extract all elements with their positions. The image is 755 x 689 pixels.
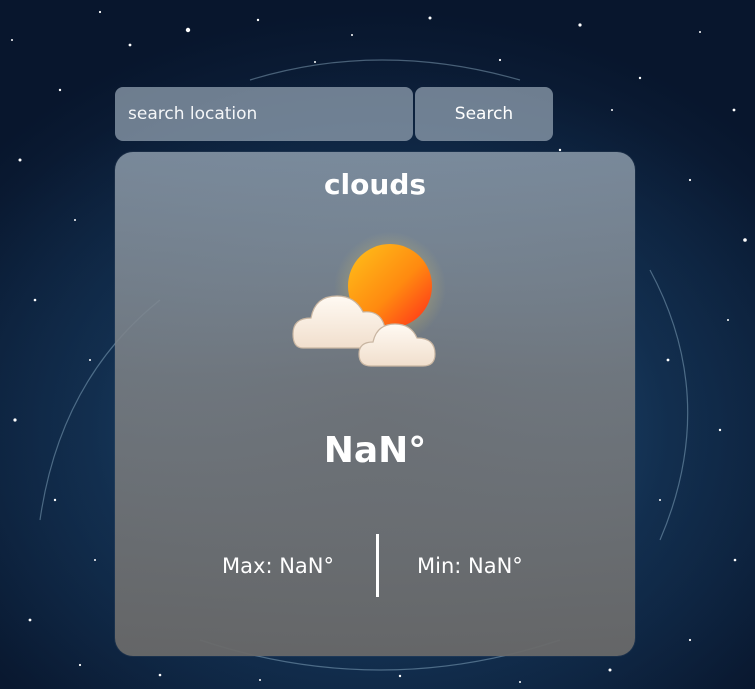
search-input[interactable] xyxy=(115,87,413,141)
search-bar: Search xyxy=(115,87,553,141)
min-temperature: Min: NaN° xyxy=(417,554,523,578)
search-button[interactable]: Search xyxy=(415,87,553,141)
weather-card: clouds NaN° Max: NaN° Min: NaN° xyxy=(115,152,635,656)
current-temperature: NaN° xyxy=(323,430,427,471)
sun-behind-clouds-icon xyxy=(292,232,446,367)
min-max-row: Max: NaN° Min: NaN° xyxy=(115,534,635,598)
weather-condition: clouds xyxy=(323,168,427,201)
max-temperature: Max: NaN° xyxy=(222,554,334,578)
